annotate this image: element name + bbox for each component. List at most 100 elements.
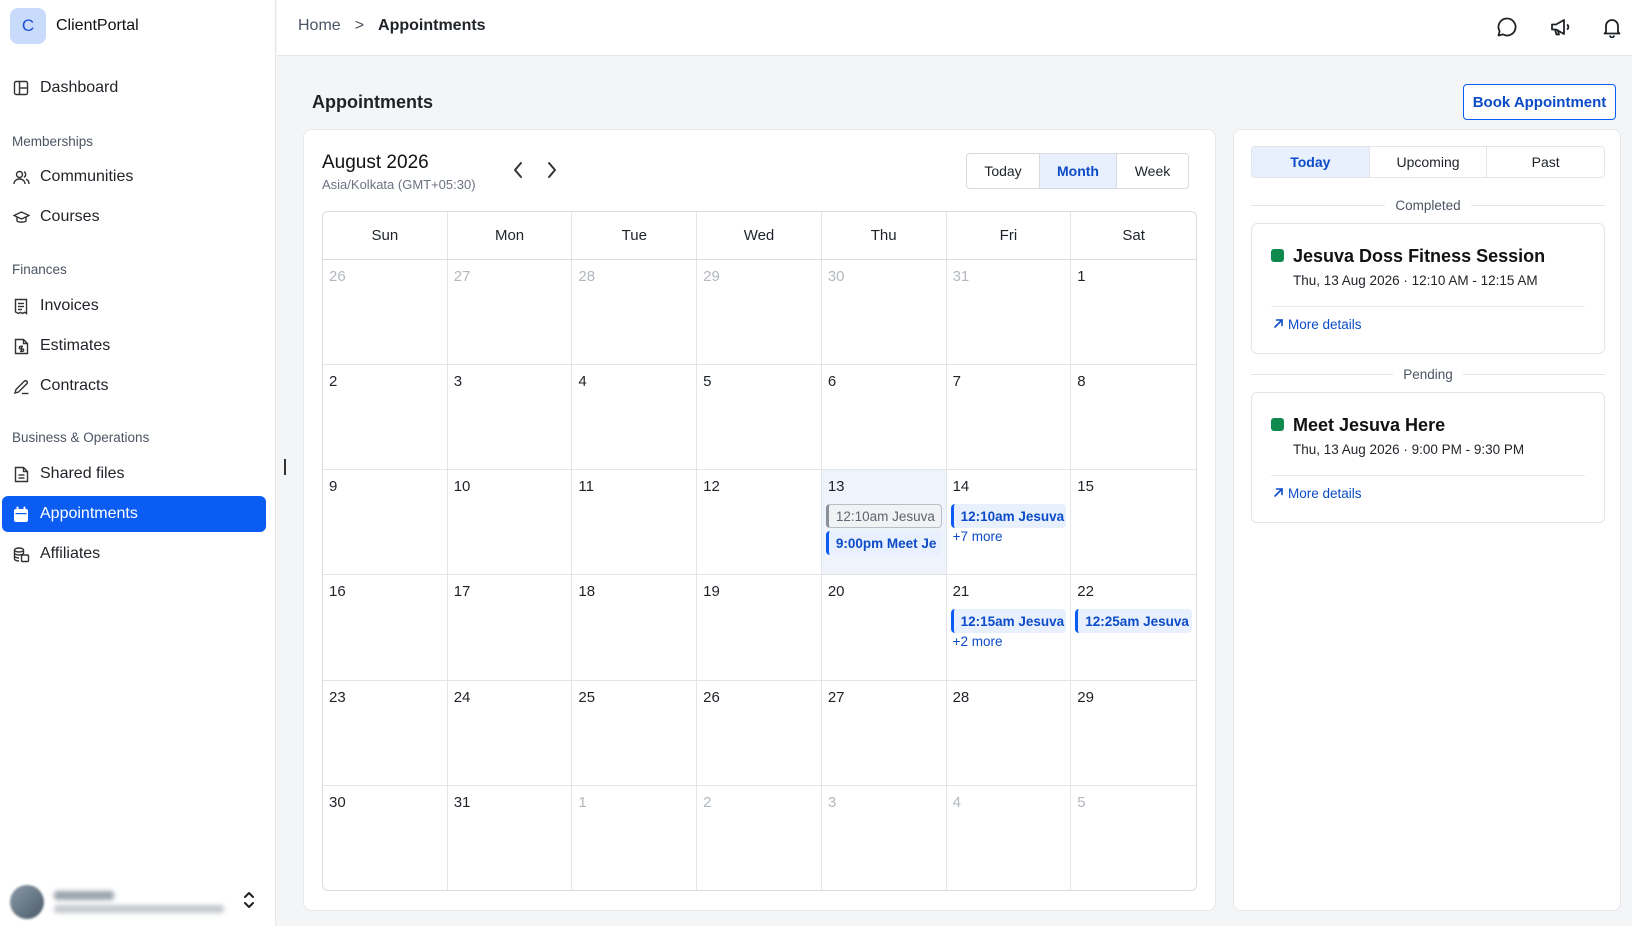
calendar-day-cell[interactable]: 15: [1071, 470, 1196, 576]
calendar-event[interactable]: 9:00pm Meet Je: [825, 531, 942, 556]
megaphone-icon[interactable]: [1547, 14, 1573, 40]
calendar-day-cell[interactable]: 27: [447, 260, 573, 366]
calendar-day-cell[interactable]: 1: [1071, 260, 1196, 366]
calendar-day-cell[interactable]: 3: [447, 365, 573, 471]
sidebar: C ClientPortal Dashboard Memberships Com…: [0, 0, 276, 926]
more-events-link[interactable]: +7 more: [953, 529, 1003, 544]
tab-upcoming[interactable]: Upcoming: [1370, 147, 1488, 177]
sidebar-item-courses[interactable]: Courses: [2, 199, 266, 235]
sidebar-item-invoices[interactable]: Invoices: [2, 288, 266, 324]
sidebar-item-shared-files[interactable]: Shared files: [2, 456, 266, 492]
calendar-day-cell[interactable]: 31: [946, 260, 1072, 366]
calendar-day-cell[interactable]: 13 12:10am Jesuva 9:00pm Meet Je: [821, 470, 947, 576]
user-profile[interactable]: [10, 882, 270, 922]
calendar-day-cell[interactable]: 5: [1071, 786, 1196, 890]
appointment-card[interactable]: Jesuva Doss Fitness Session Thu, 13 Aug …: [1251, 223, 1605, 354]
calendar-day-cell[interactable]: 3: [822, 785, 947, 890]
calendar-day-cell[interactable]: 7: [946, 365, 1072, 471]
chevron-left-icon[interactable]: [508, 160, 528, 180]
sidebar-resize-handle[interactable]: [284, 459, 286, 475]
calendar-day-cell[interactable]: 28: [946, 680, 1072, 786]
calendar-event[interactable]: 12:10am Jesuva: [825, 504, 942, 529]
day-number: 26: [703, 688, 720, 706]
calendar-day-cell[interactable]: 27: [821, 680, 947, 786]
bell-icon[interactable]: [1599, 14, 1625, 40]
avatar: [10, 885, 44, 919]
calendar-day-cell[interactable]: 30: [323, 785, 448, 890]
calendar-day-cell[interactable]: 25: [572, 680, 698, 786]
page-title: Appointments: [312, 92, 433, 112]
sidebar-item-contracts[interactable]: Contracts: [2, 368, 266, 404]
calendar-event[interactable]: 12:15am Jesuva: [950, 609, 1067, 634]
calendar-day-cell[interactable]: 1: [572, 785, 698, 890]
view-month-button[interactable]: Month: [1040, 154, 1117, 188]
appointment-time: Thu, 13 Aug 2026 · 12:10 AM - 12:15 AM: [1293, 273, 1538, 288]
calendar-day-cell[interactable]: 21 12:15am Jesuva +2 more: [946, 575, 1072, 681]
appointment-card[interactable]: Meet Jesuva Here Thu, 13 Aug 2026 · 9:00…: [1251, 392, 1605, 523]
calendar-day-cell[interactable]: 19: [697, 575, 822, 681]
view-today-button[interactable]: Today: [967, 154, 1040, 188]
sidebar-item-label: Communities: [40, 168, 134, 185]
calendar-day-cell[interactable]: 26: [697, 680, 822, 786]
day-number: 21: [952, 583, 970, 601]
calendar-day-cell[interactable]: 26: [323, 260, 448, 366]
arrow-up-right-icon: [1273, 486, 1284, 501]
calendar-event[interactable]: 12:25am Jesuva: [1075, 609, 1192, 634]
calendar-day-cell[interactable]: 24: [447, 680, 573, 786]
calendar-day-cell[interactable]: 4: [947, 785, 1072, 890]
book-appointment-button[interactable]: Book Appointment: [1463, 84, 1616, 120]
calendar-day-cell[interactable]: 2: [697, 785, 822, 890]
calendar-icon: [12, 505, 30, 523]
calendar-day-cell[interactable]: 30: [821, 260, 947, 366]
more-details-link[interactable]: More details: [1273, 317, 1362, 332]
calendar-day-cell[interactable]: 18: [572, 575, 698, 681]
group-heading-pending: Pending: [1251, 365, 1605, 383]
tab-today[interactable]: Today: [1252, 147, 1370, 177]
calendar-day-cell[interactable]: 23: [323, 680, 448, 786]
graduation-cap-icon: [12, 208, 30, 226]
day-number: 9: [329, 478, 338, 496]
calendar-event[interactable]: 12:10am Jesuva: [950, 504, 1067, 529]
sidebar-item-communities[interactable]: Communities: [2, 159, 266, 195]
calendar-day-cell[interactable]: 20: [821, 575, 947, 681]
calendar-day-cell[interactable]: 4: [572, 365, 698, 471]
sidebar-item-label: Dashboard: [40, 79, 119, 96]
calendar-day-cell[interactable]: 31: [448, 785, 573, 890]
calendar-day-cell[interactable]: 2: [323, 365, 448, 471]
chevron-up-down-icon[interactable]: [242, 890, 256, 915]
day-number: 11: [578, 478, 594, 496]
breadcrumb-current: Appointments: [378, 17, 486, 34]
chevron-right-icon[interactable]: [542, 160, 562, 180]
calendar-day-cell[interactable]: 22 12:25am Jesuva: [1071, 575, 1196, 681]
appointment-time: Thu, 13 Aug 2026 · 9:00 PM - 9:30 PM: [1293, 442, 1525, 457]
calendar-day-cell[interactable]: 5: [697, 365, 822, 471]
chat-bubble-icon[interactable]: [1494, 14, 1520, 40]
brand[interactable]: C ClientPortal: [10, 8, 139, 44]
sidebar-item-dashboard[interactable]: Dashboard: [2, 70, 266, 106]
sidebar-item-label: Shared files: [40, 465, 125, 482]
weekday-header: Sun: [323, 212, 448, 259]
calendar-day-cell[interactable]: 17: [447, 575, 573, 681]
breadcrumb-home[interactable]: Home: [298, 17, 341, 35]
calendar-day-cell[interactable]: 29: [1071, 681, 1196, 786]
sidebar-item-appointments[interactable]: Appointments: [2, 496, 266, 532]
calendar-day-cell[interactable]: 10: [447, 470, 573, 576]
calendar-day-cell[interactable]: 16: [323, 575, 448, 681]
sidebar-item-affiliates[interactable]: Affiliates: [2, 536, 266, 572]
calendar-day-cell[interactable]: 9: [323, 470, 448, 576]
more-events-link[interactable]: +2 more: [953, 634, 1003, 649]
appointments-panel: Today Upcoming Past Completed Jesuva Dos…: [1233, 129, 1621, 911]
calendar-day-cell[interactable]: 29: [697, 260, 822, 366]
calendar-day-cell[interactable]: 8: [1071, 365, 1196, 471]
status-dot-icon: [1271, 418, 1284, 431]
sidebar-item-estimates[interactable]: Estimates: [2, 328, 266, 364]
tab-past[interactable]: Past: [1487, 147, 1604, 177]
calendar-day-cell[interactable]: 12: [697, 470, 822, 576]
calendar-day-cell[interactable]: 11: [572, 470, 698, 576]
calendar-day-cell[interactable]: 28: [572, 260, 698, 366]
calendar-day-cell[interactable]: 14 12:10am Jesuva +7 more: [946, 470, 1072, 576]
more-details-link[interactable]: More details: [1273, 486, 1362, 501]
calendar-day-cell[interactable]: 6: [821, 365, 947, 471]
view-week-button[interactable]: Week: [1117, 154, 1188, 188]
day-number: 1: [578, 793, 587, 811]
